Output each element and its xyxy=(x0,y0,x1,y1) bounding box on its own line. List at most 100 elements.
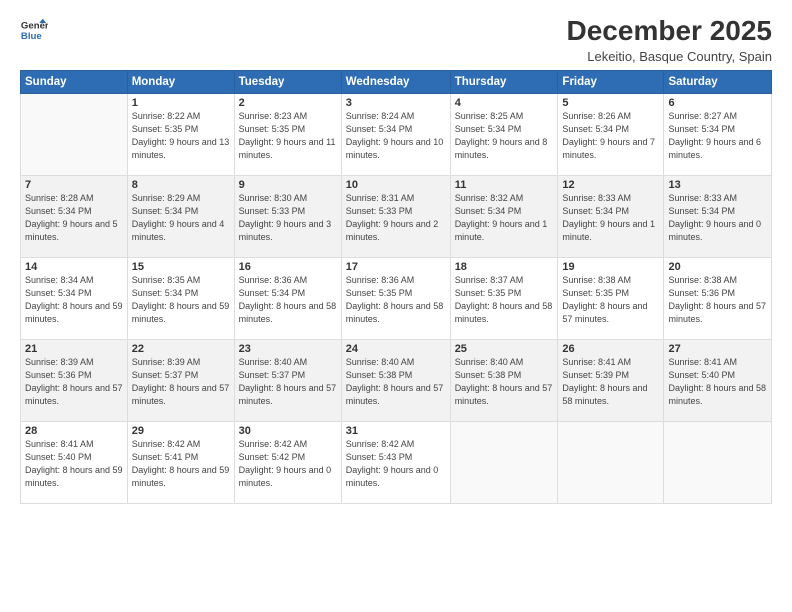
day-info: Sunrise: 8:23 AM Sunset: 5:35 PM Dayligh… xyxy=(239,110,337,162)
day-number: 13 xyxy=(668,179,767,191)
table-row: 17Sunrise: 8:36 AM Sunset: 5:35 PM Dayli… xyxy=(341,257,450,339)
day-info: Sunrise: 8:41 AM Sunset: 5:40 PM Dayligh… xyxy=(668,356,767,408)
day-number: 23 xyxy=(239,343,337,355)
page: General Blue December 2025 Lekeitio, Bas… xyxy=(0,0,792,612)
day-number: 9 xyxy=(239,179,337,191)
day-number: 22 xyxy=(132,343,230,355)
subtitle: Lekeitio, Basque Country, Spain xyxy=(567,49,772,64)
day-number: 27 xyxy=(668,343,767,355)
table-row xyxy=(21,93,128,175)
day-info: Sunrise: 8:39 AM Sunset: 5:36 PM Dayligh… xyxy=(25,356,123,408)
day-info: Sunrise: 8:38 AM Sunset: 5:35 PM Dayligh… xyxy=(562,274,659,326)
col-wednesday: Wednesday xyxy=(341,70,450,93)
table-row: 16Sunrise: 8:36 AM Sunset: 5:34 PM Dayli… xyxy=(234,257,341,339)
table-row: 9Sunrise: 8:30 AM Sunset: 5:33 PM Daylig… xyxy=(234,175,341,257)
col-sunday: Sunday xyxy=(21,70,128,93)
table-row: 28Sunrise: 8:41 AM Sunset: 5:40 PM Dayli… xyxy=(21,421,128,503)
table-row: 3Sunrise: 8:24 AM Sunset: 5:34 PM Daylig… xyxy=(341,93,450,175)
day-number: 19 xyxy=(562,261,659,273)
table-row: 1Sunrise: 8:22 AM Sunset: 5:35 PM Daylig… xyxy=(127,93,234,175)
day-info: Sunrise: 8:36 AM Sunset: 5:34 PM Dayligh… xyxy=(239,274,337,326)
table-row: 24Sunrise: 8:40 AM Sunset: 5:38 PM Dayli… xyxy=(341,339,450,421)
day-info: Sunrise: 8:28 AM Sunset: 5:34 PM Dayligh… xyxy=(25,192,123,244)
table-row: 22Sunrise: 8:39 AM Sunset: 5:37 PM Dayli… xyxy=(127,339,234,421)
table-row: 29Sunrise: 8:42 AM Sunset: 5:41 PM Dayli… xyxy=(127,421,234,503)
day-info: Sunrise: 8:35 AM Sunset: 5:34 PM Dayligh… xyxy=(132,274,230,326)
header: General Blue December 2025 Lekeitio, Bas… xyxy=(20,16,772,64)
day-info: Sunrise: 8:26 AM Sunset: 5:34 PM Dayligh… xyxy=(562,110,659,162)
day-number: 8 xyxy=(132,179,230,191)
day-info: Sunrise: 8:29 AM Sunset: 5:34 PM Dayligh… xyxy=(132,192,230,244)
col-thursday: Thursday xyxy=(450,70,558,93)
day-number: 15 xyxy=(132,261,230,273)
day-info: Sunrise: 8:27 AM Sunset: 5:34 PM Dayligh… xyxy=(668,110,767,162)
day-number: 26 xyxy=(562,343,659,355)
day-info: Sunrise: 8:42 AM Sunset: 5:41 PM Dayligh… xyxy=(132,438,230,490)
calendar-week-row: 14Sunrise: 8:34 AM Sunset: 5:34 PM Dayli… xyxy=(21,257,772,339)
table-row: 21Sunrise: 8:39 AM Sunset: 5:36 PM Dayli… xyxy=(21,339,128,421)
day-info: Sunrise: 8:39 AM Sunset: 5:37 PM Dayligh… xyxy=(132,356,230,408)
table-row: 8Sunrise: 8:29 AM Sunset: 5:34 PM Daylig… xyxy=(127,175,234,257)
table-row: 13Sunrise: 8:33 AM Sunset: 5:34 PM Dayli… xyxy=(664,175,772,257)
title-block: December 2025 Lekeitio, Basque Country, … xyxy=(567,16,772,64)
table-row: 23Sunrise: 8:40 AM Sunset: 5:37 PM Dayli… xyxy=(234,339,341,421)
day-number: 5 xyxy=(562,97,659,109)
logo: General Blue xyxy=(20,16,48,44)
col-friday: Friday xyxy=(558,70,664,93)
svg-text:Blue: Blue xyxy=(21,31,42,42)
day-number: 21 xyxy=(25,343,123,355)
day-number: 1 xyxy=(132,97,230,109)
calendar-week-row: 28Sunrise: 8:41 AM Sunset: 5:40 PM Dayli… xyxy=(21,421,772,503)
day-info: Sunrise: 8:41 AM Sunset: 5:39 PM Dayligh… xyxy=(562,356,659,408)
table-row xyxy=(450,421,558,503)
day-number: 25 xyxy=(455,343,554,355)
day-number: 12 xyxy=(562,179,659,191)
day-info: Sunrise: 8:41 AM Sunset: 5:40 PM Dayligh… xyxy=(25,438,123,490)
day-number: 18 xyxy=(455,261,554,273)
table-row: 27Sunrise: 8:41 AM Sunset: 5:40 PM Dayli… xyxy=(664,339,772,421)
day-number: 16 xyxy=(239,261,337,273)
day-info: Sunrise: 8:42 AM Sunset: 5:42 PM Dayligh… xyxy=(239,438,337,490)
day-number: 29 xyxy=(132,425,230,437)
table-row: 5Sunrise: 8:26 AM Sunset: 5:34 PM Daylig… xyxy=(558,93,664,175)
day-number: 28 xyxy=(25,425,123,437)
calendar: Sunday Monday Tuesday Wednesday Thursday… xyxy=(20,70,772,504)
table-row: 4Sunrise: 8:25 AM Sunset: 5:34 PM Daylig… xyxy=(450,93,558,175)
logo-icon: General Blue xyxy=(20,16,48,44)
col-saturday: Saturday xyxy=(664,70,772,93)
calendar-week-row: 7Sunrise: 8:28 AM Sunset: 5:34 PM Daylig… xyxy=(21,175,772,257)
day-number: 4 xyxy=(455,97,554,109)
table-row: 2Sunrise: 8:23 AM Sunset: 5:35 PM Daylig… xyxy=(234,93,341,175)
day-number: 30 xyxy=(239,425,337,437)
table-row: 15Sunrise: 8:35 AM Sunset: 5:34 PM Dayli… xyxy=(127,257,234,339)
day-info: Sunrise: 8:37 AM Sunset: 5:35 PM Dayligh… xyxy=(455,274,554,326)
day-number: 6 xyxy=(668,97,767,109)
table-row: 6Sunrise: 8:27 AM Sunset: 5:34 PM Daylig… xyxy=(664,93,772,175)
day-number: 31 xyxy=(346,425,446,437)
table-row xyxy=(558,421,664,503)
table-row: 31Sunrise: 8:42 AM Sunset: 5:43 PM Dayli… xyxy=(341,421,450,503)
day-number: 20 xyxy=(668,261,767,273)
day-info: Sunrise: 8:31 AM Sunset: 5:33 PM Dayligh… xyxy=(346,192,446,244)
day-info: Sunrise: 8:22 AM Sunset: 5:35 PM Dayligh… xyxy=(132,110,230,162)
day-info: Sunrise: 8:36 AM Sunset: 5:35 PM Dayligh… xyxy=(346,274,446,326)
day-info: Sunrise: 8:33 AM Sunset: 5:34 PM Dayligh… xyxy=(562,192,659,244)
day-info: Sunrise: 8:24 AM Sunset: 5:34 PM Dayligh… xyxy=(346,110,446,162)
table-row: 20Sunrise: 8:38 AM Sunset: 5:36 PM Dayli… xyxy=(664,257,772,339)
day-info: Sunrise: 8:32 AM Sunset: 5:34 PM Dayligh… xyxy=(455,192,554,244)
day-info: Sunrise: 8:38 AM Sunset: 5:36 PM Dayligh… xyxy=(668,274,767,326)
calendar-header-row: Sunday Monday Tuesday Wednesday Thursday… xyxy=(21,70,772,93)
day-info: Sunrise: 8:30 AM Sunset: 5:33 PM Dayligh… xyxy=(239,192,337,244)
table-row: 12Sunrise: 8:33 AM Sunset: 5:34 PM Dayli… xyxy=(558,175,664,257)
main-title: December 2025 xyxy=(567,16,772,47)
table-row: 10Sunrise: 8:31 AM Sunset: 5:33 PM Dayli… xyxy=(341,175,450,257)
table-row: 7Sunrise: 8:28 AM Sunset: 5:34 PM Daylig… xyxy=(21,175,128,257)
day-number: 2 xyxy=(239,97,337,109)
table-row: 25Sunrise: 8:40 AM Sunset: 5:38 PM Dayli… xyxy=(450,339,558,421)
day-number: 24 xyxy=(346,343,446,355)
day-number: 3 xyxy=(346,97,446,109)
col-tuesday: Tuesday xyxy=(234,70,341,93)
table-row: 19Sunrise: 8:38 AM Sunset: 5:35 PM Dayli… xyxy=(558,257,664,339)
day-info: Sunrise: 8:33 AM Sunset: 5:34 PM Dayligh… xyxy=(668,192,767,244)
day-info: Sunrise: 8:25 AM Sunset: 5:34 PM Dayligh… xyxy=(455,110,554,162)
